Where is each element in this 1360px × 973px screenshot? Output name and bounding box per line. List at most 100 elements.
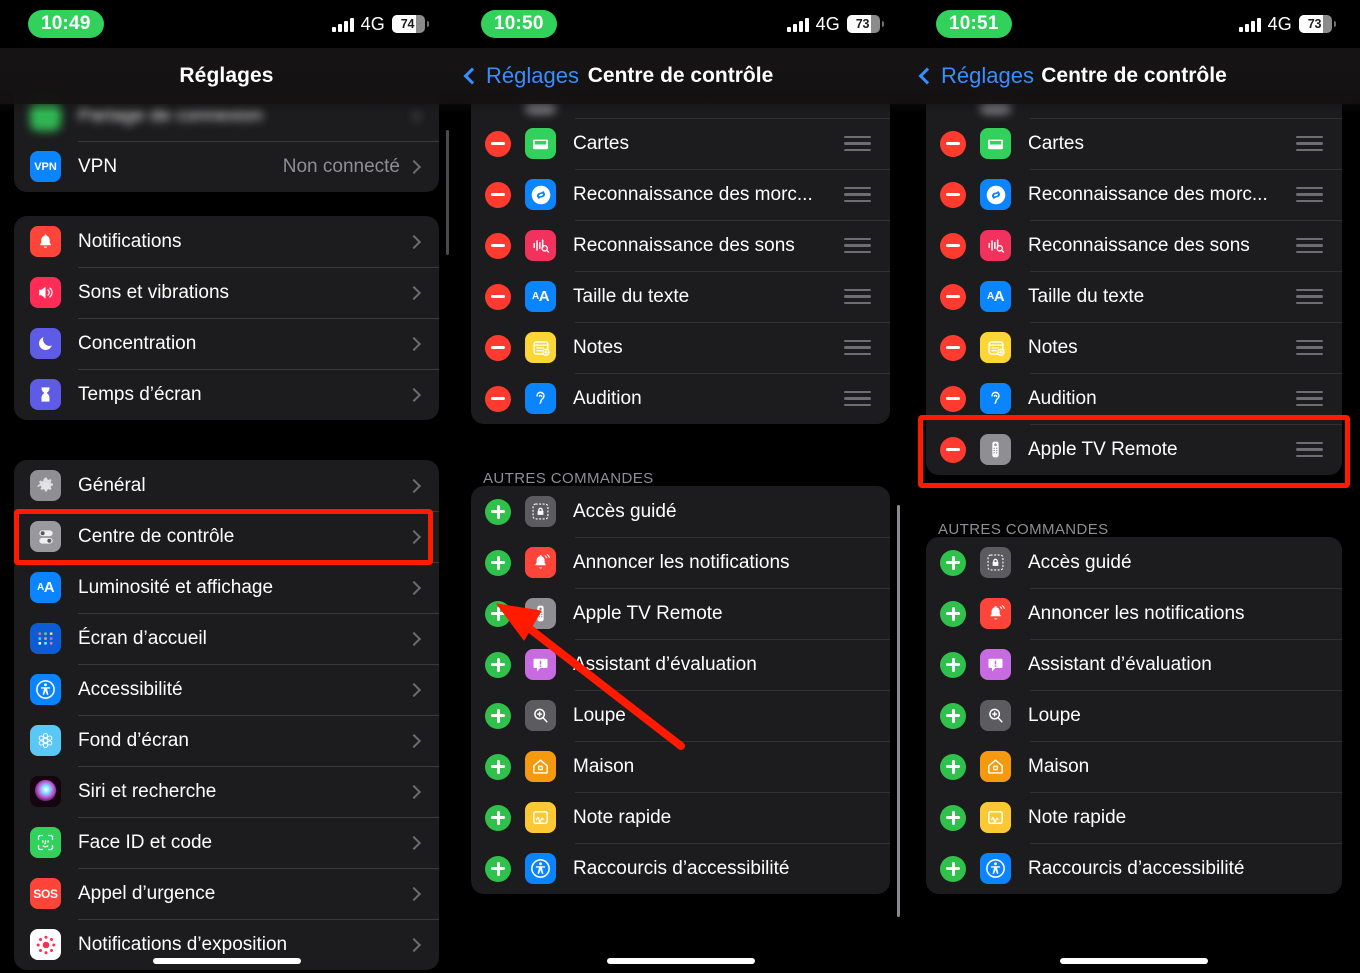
cc-row-assessment[interactable]: Assistant d’évaluation bbox=[471, 639, 890, 690]
exposure-icon bbox=[30, 929, 61, 960]
cc-row-accessibility-shortcuts[interactable]: Raccourcis d’accessibilité bbox=[471, 843, 890, 894]
settings-row-home-screen[interactable]: Écran d’accueil bbox=[14, 613, 439, 664]
chevron-right-icon bbox=[406, 733, 422, 748]
settings-row-sos[interactable]: SOS Appel d’urgence bbox=[14, 868, 439, 919]
remove-control-button[interactable] bbox=[485, 385, 511, 412]
control-center-scroll-area[interactable]: Cartes Reconnaissance des morc... Reconn… bbox=[908, 0, 1360, 973]
add-control-button[interactable] bbox=[485, 753, 511, 780]
add-control-button[interactable] bbox=[940, 549, 966, 576]
remove-control-button[interactable] bbox=[485, 334, 511, 361]
cc-row-cartes[interactable]: Cartes bbox=[471, 118, 890, 169]
settings-row-display[interactable]: AA Luminosité et affichage bbox=[14, 562, 439, 613]
remove-control-button[interactable] bbox=[940, 232, 966, 259]
add-control-button[interactable] bbox=[940, 651, 966, 678]
settings-row-faceid[interactable]: Face ID et code bbox=[14, 817, 439, 868]
remove-control-button[interactable] bbox=[940, 385, 966, 412]
add-control-button[interactable] bbox=[940, 855, 966, 882]
cc-row-notes[interactable]: Notes bbox=[926, 322, 1342, 373]
cc-row-quick-note[interactable]: Note rapide bbox=[926, 792, 1342, 843]
reorder-handle-icon[interactable] bbox=[844, 390, 871, 407]
cc-row-sound-recognition[interactable]: Reconnaissance des sons bbox=[926, 220, 1342, 271]
chevron-right-icon bbox=[406, 886, 422, 901]
cc-row-guided-access[interactable]: Accès guidé bbox=[926, 537, 1342, 588]
accessibility-shortcuts-icon bbox=[525, 853, 556, 884]
remove-control-button[interactable] bbox=[485, 130, 511, 157]
settings-row-screentime[interactable]: Temps d’écran bbox=[14, 369, 439, 420]
back-button[interactable]: Réglages bbox=[908, 63, 1034, 89]
cc-row-apple-tv-remote[interactable]: Apple TV Remote bbox=[471, 588, 890, 639]
remove-control-button[interactable] bbox=[940, 181, 966, 208]
settings-row-siri[interactable]: Siri et recherche bbox=[14, 766, 439, 817]
reorder-handle-icon[interactable] bbox=[1296, 441, 1323, 458]
settings-scroll-area[interactable]: Partage de connexion VPN VPN Non connect… bbox=[0, 0, 453, 973]
scrollbar[interactable] bbox=[446, 130, 449, 255]
remove-control-button[interactable] bbox=[940, 334, 966, 361]
notes-icon bbox=[980, 332, 1011, 363]
cc-row-text-size[interactable]: AA Taille du texte bbox=[471, 271, 890, 322]
status-time: 10:50 bbox=[481, 10, 557, 38]
remove-control-button[interactable] bbox=[940, 130, 966, 157]
cc-row-guided-access[interactable]: Accès guidé bbox=[471, 486, 890, 537]
cc-row-quick-note[interactable]: Note rapide bbox=[471, 792, 890, 843]
reorder-handle-icon[interactable] bbox=[1296, 237, 1323, 254]
settings-row-vpn[interactable]: VPN VPN Non connecté bbox=[14, 141, 439, 192]
settings-row-control-center[interactable]: Centre de contrôle bbox=[14, 511, 439, 562]
remove-control-button[interactable] bbox=[485, 283, 511, 310]
add-control-button[interactable] bbox=[485, 651, 511, 678]
add-control-button[interactable] bbox=[940, 600, 966, 627]
reorder-handle-icon[interactable] bbox=[844, 186, 871, 203]
back-button[interactable]: Réglages bbox=[453, 63, 579, 89]
cc-row-home[interactable]: Maison bbox=[471, 741, 890, 792]
settings-row-accessibility[interactable]: Accessibilité bbox=[14, 664, 439, 715]
remove-control-button[interactable] bbox=[940, 436, 966, 463]
reorder-handle-icon[interactable] bbox=[1296, 186, 1323, 203]
scrollbar[interactable] bbox=[897, 505, 900, 917]
cc-row-announce-notifications[interactable]: Annoncer les notifications bbox=[926, 588, 1342, 639]
cc-row-shazam[interactable]: Reconnaissance des morc... bbox=[926, 169, 1342, 220]
reorder-handle-icon[interactable] bbox=[844, 288, 871, 305]
cc-row-hearing[interactable]: Audition bbox=[471, 373, 890, 424]
settings-row-general[interactable]: Général bbox=[14, 460, 439, 511]
phone-screen-control-center-before: Cartes Reconnaissance des morc... Reconn… bbox=[453, 0, 908, 973]
cc-row-magnifier[interactable]: Loupe bbox=[926, 690, 1342, 741]
cc-row-shazam[interactable]: Reconnaissance des morc... bbox=[471, 169, 890, 220]
cc-row-sound-recognition[interactable]: Reconnaissance des sons bbox=[471, 220, 890, 271]
add-control-button[interactable] bbox=[940, 753, 966, 780]
remove-control-button[interactable] bbox=[940, 283, 966, 310]
cc-row-announce-notifications[interactable]: Annoncer les notifications bbox=[471, 537, 890, 588]
chevron-right-icon bbox=[406, 285, 422, 300]
reorder-handle-icon[interactable] bbox=[844, 135, 871, 152]
remove-control-button[interactable] bbox=[485, 181, 511, 208]
control-center-scroll-area[interactable]: Cartes Reconnaissance des morc... Reconn… bbox=[453, 0, 908, 973]
settings-row-label: Notifications bbox=[78, 230, 182, 252]
add-control-button[interactable] bbox=[485, 549, 511, 576]
reorder-handle-icon[interactable] bbox=[844, 237, 871, 254]
add-control-button[interactable] bbox=[485, 702, 511, 729]
cc-row-apple-tv-remote[interactable]: Apple TV Remote bbox=[926, 424, 1342, 475]
reorder-handle-icon[interactable] bbox=[844, 339, 871, 356]
cc-row-accessibility-shortcuts[interactable]: Raccourcis d’accessibilité bbox=[926, 843, 1342, 894]
add-control-button[interactable] bbox=[485, 600, 511, 627]
cc-row-cartes[interactable]: Cartes bbox=[926, 118, 1342, 169]
cc-row-home[interactable]: Maison bbox=[926, 741, 1342, 792]
reorder-handle-icon[interactable] bbox=[1296, 288, 1323, 305]
cc-row-hearing[interactable]: Audition bbox=[926, 373, 1342, 424]
reorder-handle-icon[interactable] bbox=[1296, 339, 1323, 356]
add-control-button[interactable] bbox=[485, 855, 511, 882]
reorder-handle-icon[interactable] bbox=[1296, 135, 1323, 152]
add-control-button[interactable] bbox=[940, 702, 966, 729]
settings-row-notifications[interactable]: Notifications bbox=[14, 216, 439, 267]
settings-row-wallpaper[interactable]: Fond d’écran bbox=[14, 715, 439, 766]
settings-row-focus[interactable]: Concentration bbox=[14, 318, 439, 369]
add-control-button[interactable] bbox=[485, 498, 511, 525]
siri-icon bbox=[30, 776, 61, 807]
cc-row-notes[interactable]: Notes bbox=[471, 322, 890, 373]
reorder-handle-icon[interactable] bbox=[1296, 390, 1323, 407]
settings-row-sounds[interactable]: Sons et vibrations bbox=[14, 267, 439, 318]
cc-row-magnifier[interactable]: Loupe bbox=[471, 690, 890, 741]
cc-row-assessment[interactable]: Assistant d’évaluation bbox=[926, 639, 1342, 690]
add-control-button[interactable] bbox=[940, 804, 966, 831]
remove-control-button[interactable] bbox=[485, 232, 511, 259]
cc-row-text-size[interactable]: AA Taille du texte bbox=[926, 271, 1342, 322]
add-control-button[interactable] bbox=[485, 804, 511, 831]
